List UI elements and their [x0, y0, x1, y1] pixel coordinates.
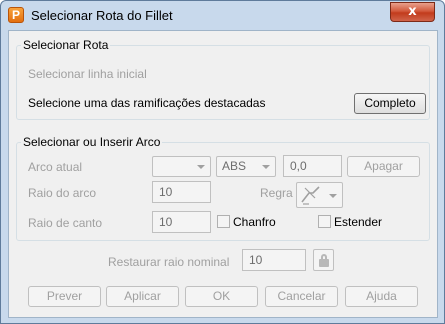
- chevron-down-icon: [262, 165, 270, 169]
- rule-select[interactable]: [296, 182, 343, 208]
- chevron-down-icon: [329, 194, 337, 198]
- corner-radius-input[interactable]: 10: [152, 211, 211, 233]
- help-button[interactable]: Ajuda: [345, 286, 418, 307]
- preview-button[interactable]: Prever: [28, 286, 101, 307]
- current-arc-label: Arco atual: [28, 160, 83, 174]
- abs-select[interactable]: ABS: [216, 156, 276, 177]
- restore-radius-label: Restaurar raio nominal: [108, 255, 230, 269]
- close-button[interactable]: x: [390, 2, 435, 22]
- instruction-text: Selecione uma das ramificações destacada…: [28, 96, 266, 110]
- apply-button[interactable]: Aplicar: [106, 286, 179, 307]
- rule-label: Regra: [260, 186, 293, 200]
- extend-label: Estender: [334, 215, 383, 229]
- app-logo-icon: [8, 7, 24, 23]
- title-bar[interactable]: Selecionar Rota do Fillet x: [1, 1, 444, 31]
- dialog-window: Selecionar Rota do Fillet x Selecionar R…: [0, 0, 445, 324]
- arc-group-title: Selecionar ou Inserir Arco: [21, 135, 163, 149]
- chevron-down-icon: [197, 165, 205, 169]
- route-group: Selecionar Rota Selecionar linha inicial…: [16, 38, 430, 120]
- lock-icon-body: [319, 259, 329, 267]
- offset-input[interactable]: 0,0: [283, 155, 342, 177]
- complete-button[interactable]: Completo: [354, 93, 426, 114]
- restore-radius-input[interactable]: 10: [242, 249, 306, 271]
- route-group-title: Selecionar Rota: [21, 38, 111, 52]
- cancel-button[interactable]: Cancelar: [265, 286, 338, 307]
- arc-radius-label: Raio do arco: [28, 186, 97, 200]
- chamfer-label: Chanfro: [233, 215, 276, 229]
- fillet-rule-icon: [301, 186, 320, 205]
- initial-line-label: Selecionar linha inicial: [28, 67, 147, 81]
- ok-button[interactable]: OK: [185, 286, 258, 307]
- extend-checkbox[interactable]: [318, 215, 331, 228]
- arc-radius-input[interactable]: 10: [152, 181, 211, 203]
- abs-select-value: ABS: [222, 159, 247, 173]
- delete-button[interactable]: Apagar: [347, 156, 420, 177]
- current-arc-select[interactable]: [152, 156, 211, 177]
- corner-radius-label: Raio de canto: [28, 216, 103, 230]
- dialog-client-area: Selecionar Rota Selecionar linha inicial…: [8, 30, 438, 318]
- arc-group: Selecionar ou Inserir Arco Arco atual AB…: [16, 135, 430, 241]
- lock-button[interactable]: [313, 249, 334, 271]
- chamfer-checkbox[interactable]: [217, 215, 230, 228]
- window-title: Selecionar Rota do Fillet: [31, 8, 173, 23]
